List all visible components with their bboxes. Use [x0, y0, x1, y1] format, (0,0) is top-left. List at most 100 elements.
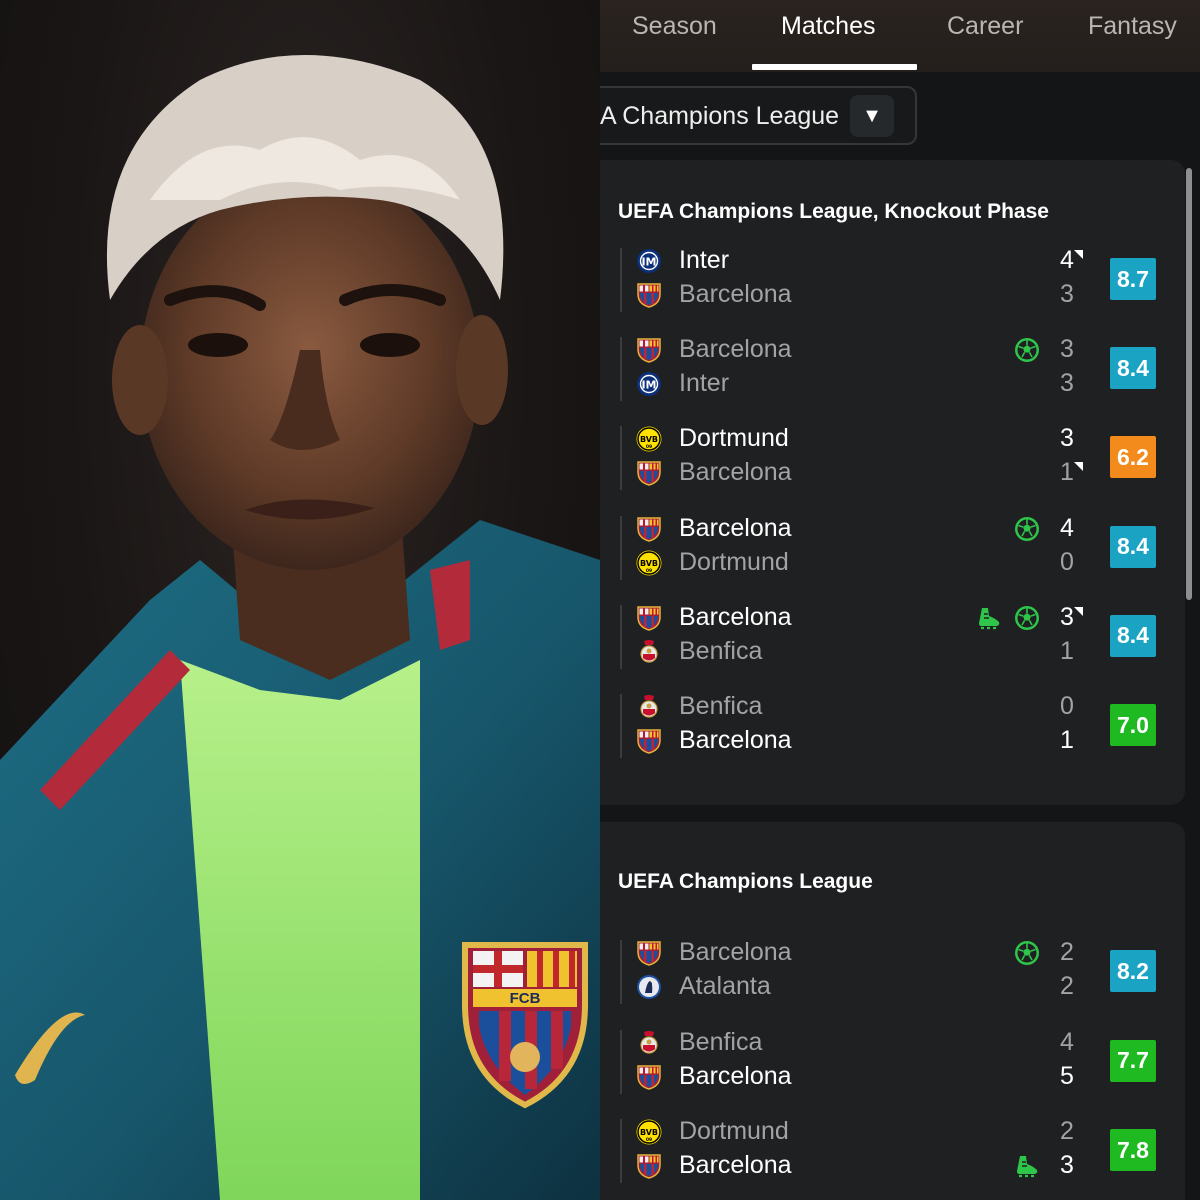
- match-row[interactable]: BVB 09 Dortmund 3 Barcelona 1 6.2: [600, 418, 1185, 498]
- team-name: Benfica: [679, 636, 763, 665]
- match-row[interactable]: IM Inter 4 Barcelona 3 8.7: [600, 240, 1185, 320]
- svg-text:BVB: BVB: [640, 559, 658, 568]
- team-name: Benfica: [679, 1027, 763, 1056]
- svg-text:09: 09: [646, 444, 652, 450]
- chevron-down-icon[interactable]: ▼: [850, 95, 894, 137]
- goal-icon: [1014, 337, 1040, 363]
- player-rating-badge: 7.7: [1110, 1039, 1156, 1082]
- team-name: Barcelona: [679, 513, 792, 542]
- team-score: 5: [1060, 1061, 1074, 1090]
- player-rating-badge: 8.7: [1110, 258, 1156, 300]
- match-divider: [620, 940, 622, 1004]
- tab-matches[interactable]: Matches: [781, 12, 875, 41]
- team-score: 2: [1060, 938, 1074, 966]
- svg-text:BVB: BVB: [640, 1128, 658, 1137]
- league-dropdown-value: A Champions League: [600, 102, 840, 130]
- team-name: Benfica: [679, 692, 763, 720]
- benfica-icon: [636, 1030, 662, 1056]
- competition-card-league: UEFA Champions League Barcelona 2 Atalanta…: [600, 822, 1185, 1200]
- player-rating-badge: 6.2: [1110, 436, 1156, 479]
- player-rating-badge: 8.4: [1110, 347, 1156, 390]
- benfica-icon: [636, 694, 662, 720]
- team-score: 3: [1060, 280, 1074, 308]
- team-name: Barcelona: [679, 938, 792, 966]
- match-divider: [620, 248, 622, 312]
- svg-text:09: 09: [646, 1137, 652, 1143]
- tab-career[interactable]: Career: [947, 12, 1023, 41]
- team-name: Barcelona: [679, 726, 792, 754]
- team-name: Inter: [679, 246, 730, 274]
- match-divider: [620, 515, 622, 580]
- barcelona-icon: [636, 728, 662, 754]
- inter-icon: IM: [636, 248, 662, 274]
- inter-icon: IM: [636, 371, 662, 397]
- match-row[interactable]: BVB 09 Dortmund 2 Barcelona 3 7.8: [600, 1111, 1185, 1191]
- barcelona-icon: [636, 282, 662, 308]
- team-name: Barcelona: [679, 335, 792, 364]
- team-name: Barcelona: [679, 1151, 792, 1179]
- match-row[interactable]: Barcelona 2 Atalanta 2 8.2: [600, 932, 1185, 1012]
- player-rating-badge: 7.0: [1110, 704, 1156, 746]
- barcelona-icon: [636, 516, 662, 542]
- match-divider: [620, 1029, 622, 1094]
- tab-season[interactable]: Season: [632, 12, 717, 41]
- match-divider: [620, 1119, 622, 1183]
- tab-fantasy[interactable]: Fantasy: [1088, 12, 1177, 41]
- svg-text:FCB: FCB: [510, 990, 541, 1007]
- competition-card-knockout: UEFA Champions League, Knockout Phase IM…: [600, 160, 1185, 805]
- team-name: Dortmund: [679, 424, 789, 453]
- goal-icon: [1014, 940, 1040, 966]
- team-score: 1: [1060, 636, 1074, 665]
- match-divider: [620, 604, 622, 669]
- scrollbar[interactable]: [1186, 168, 1192, 600]
- team-name: Barcelona: [679, 458, 792, 487]
- player-rating-badge: 8.4: [1110, 614, 1156, 657]
- match-row[interactable]: Barcelona 3 Benfica 1 8.4: [600, 597, 1185, 677]
- goal-icon: [1014, 605, 1040, 631]
- team-score: 1: [1060, 726, 1074, 754]
- barcelona-icon: [636, 605, 662, 631]
- assist-boot-icon: [1014, 1153, 1040, 1179]
- extra-time-marker-icon: [1074, 606, 1083, 616]
- player-photo: FCB: [0, 0, 600, 1200]
- svg-text:IM: IM: [641, 256, 656, 269]
- benfica-icon: [636, 639, 662, 665]
- match-row[interactable]: Benfica 4 Barcelona 5 7.7: [600, 1022, 1185, 1102]
- player-portrait: FCB: [0, 55, 600, 1200]
- goal-icon: [1014, 516, 1040, 542]
- match-divider: [620, 337, 622, 402]
- svg-text:IM: IM: [641, 379, 656, 392]
- team-name: Dortmund: [679, 547, 789, 576]
- dortmund-icon: BVB 09: [636, 1119, 662, 1145]
- team-score: 2: [1060, 972, 1074, 1000]
- team-score: 3: [1060, 424, 1074, 453]
- team-name: Barcelona: [679, 280, 792, 308]
- team-name: Inter: [679, 369, 730, 398]
- barcelona-icon: [636, 940, 662, 966]
- match-divider: [620, 426, 622, 491]
- team-name: Barcelona: [679, 1061, 792, 1090]
- barcelona-icon: [636, 1064, 662, 1090]
- team-score: 2: [1060, 1117, 1074, 1145]
- team-name: Dortmund: [679, 1117, 789, 1145]
- match-row[interactable]: Barcelona 4 BVB 09 Dortmund 0 8.4: [600, 508, 1185, 588]
- team-score: 3: [1060, 369, 1074, 398]
- competition-title: UEFA Champions League: [618, 870, 873, 893]
- team-score: 0: [1060, 692, 1074, 720]
- tab-bar: Season Matches Career Fantasy: [600, 0, 1200, 72]
- extra-time-marker-icon: [1074, 462, 1083, 472]
- barcelona-icon: [636, 337, 662, 363]
- match-row[interactable]: Barcelona 3 IM Inter 3 8.4: [600, 329, 1185, 409]
- barcelona-icon: [636, 1153, 662, 1179]
- assist-boot-icon: [976, 605, 1002, 631]
- player-rating-badge: 8.4: [1110, 525, 1156, 568]
- team-score: 0: [1060, 547, 1074, 576]
- league-dropdown[interactable]: A Champions League ▼: [600, 86, 917, 145]
- match-row[interactable]: Benfica 0 Barcelona 1 7.0: [600, 686, 1185, 766]
- team-name: Atalanta: [679, 972, 771, 1000]
- team-name: Barcelona: [679, 602, 792, 631]
- dortmund-icon: BVB 09: [636, 426, 662, 452]
- player-rating-badge: 7.8: [1110, 1129, 1156, 1171]
- player-matches-panel: Season Matches Career Fantasy A Champion…: [600, 0, 1200, 1200]
- atalanta-icon: [636, 974, 662, 1000]
